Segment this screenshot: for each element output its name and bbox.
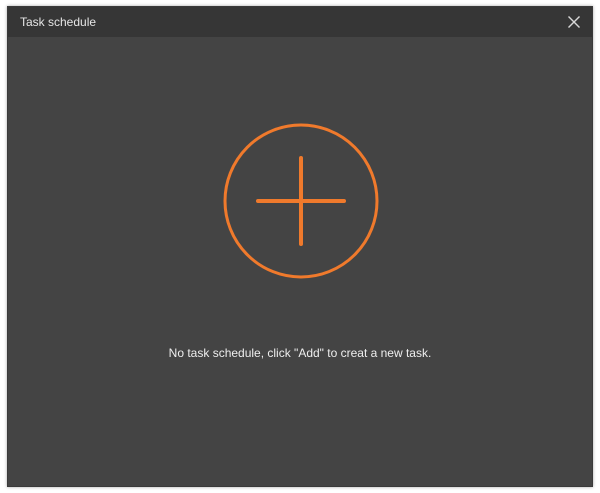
- plus-circle-icon: [223, 123, 379, 279]
- empty-state-message: No task schedule, click "Add" to creat a…: [168, 346, 432, 360]
- close-button[interactable]: [566, 14, 582, 30]
- add-task-button[interactable]: [223, 123, 379, 279]
- task-schedule-dialog: Task schedule No task schedule, click "A…: [7, 6, 593, 487]
- title-bar: Task schedule: [8, 7, 592, 37]
- dialog-title: Task schedule: [20, 15, 97, 29]
- close-icon: [568, 16, 580, 28]
